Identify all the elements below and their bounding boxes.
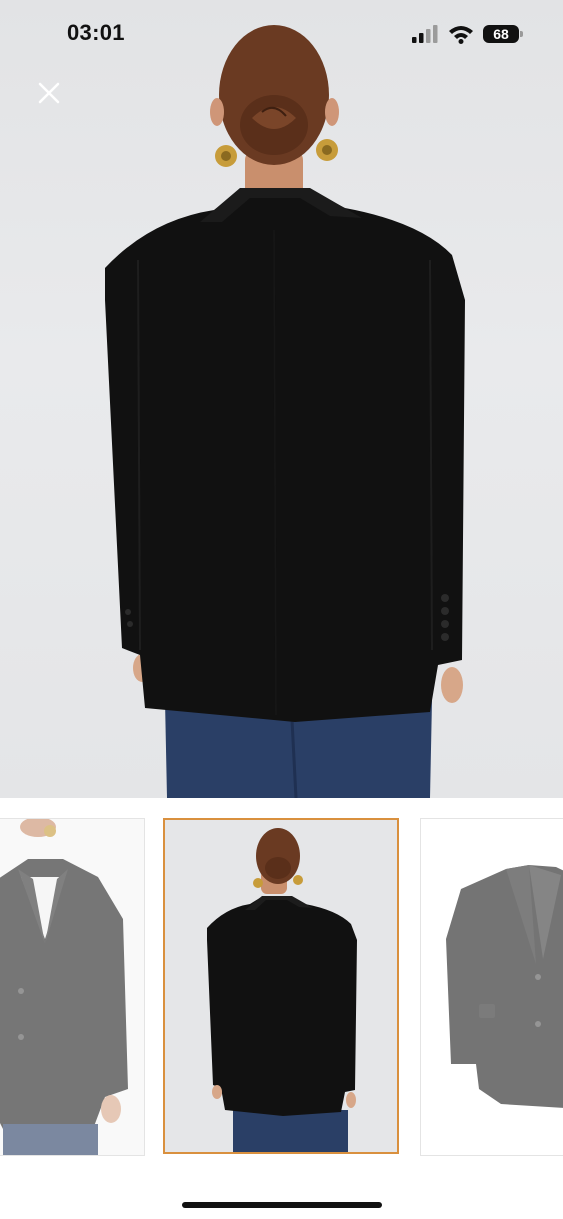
battery-level: 68 bbox=[493, 26, 509, 42]
close-button[interactable] bbox=[34, 78, 64, 108]
thumbnail-front-view[interactable] bbox=[0, 818, 145, 1156]
model-back-view-illustration bbox=[105, 25, 465, 798]
status-time: 03:01 bbox=[67, 20, 125, 45]
thumbnail-strip bbox=[0, 818, 563, 1156]
home-indicator[interactable] bbox=[182, 1202, 382, 1208]
status-icons: 68 bbox=[411, 22, 523, 46]
main-product-image[interactable] bbox=[0, 0, 563, 798]
thumbnail-flat-lay[interactable] bbox=[420, 818, 563, 1156]
close-icon bbox=[38, 82, 60, 104]
thumbnail-back-view[interactable] bbox=[163, 818, 399, 1154]
status-bar: 03:01 68 bbox=[0, 0, 563, 66]
battery-icon: 68 bbox=[483, 25, 523, 43]
wifi-icon bbox=[449, 26, 473, 44]
cellular-signal-icon bbox=[412, 25, 438, 43]
back-view-illustration bbox=[165, 820, 397, 1152]
